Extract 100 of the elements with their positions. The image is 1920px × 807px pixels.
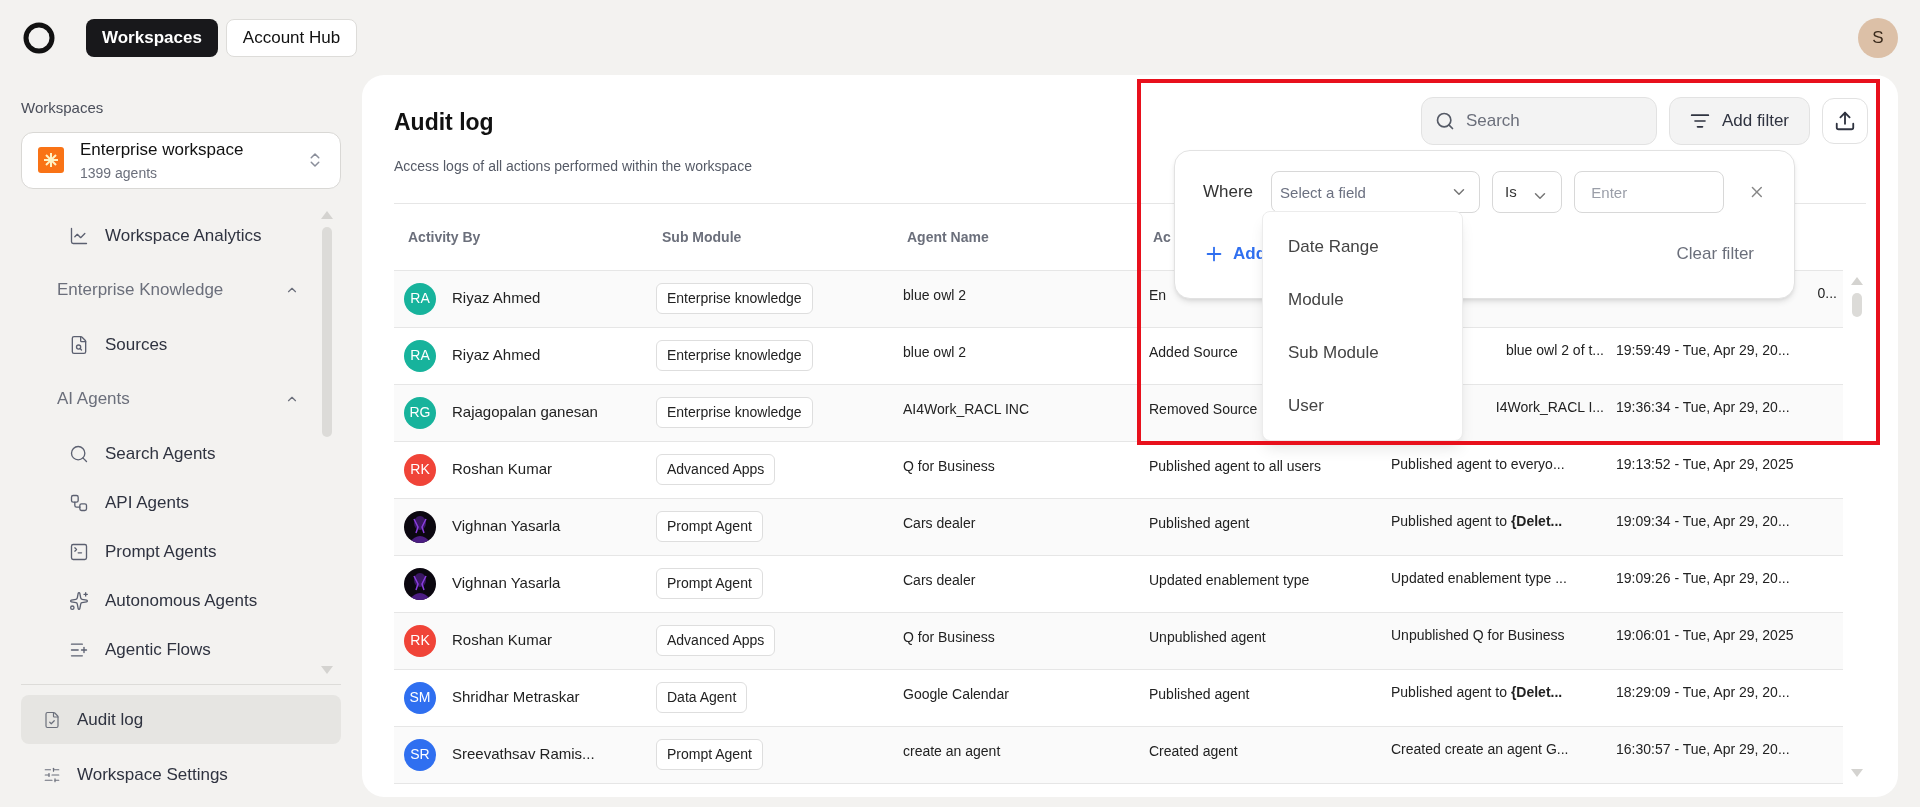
- table-cell-text: Vighnan Yasarla: [452, 573, 561, 594]
- table-cell-text: 19:06:01 - Tue, Apr 29, 2025: [1616, 625, 1794, 645]
- menu-option[interactable]: Date Range: [1263, 220, 1462, 273]
- table-cell: Cars dealer: [903, 514, 976, 531]
- sidebar-item[interactable]: Audit log: [21, 695, 341, 744]
- item-icon: [69, 590, 89, 611]
- user-avatar: RK: [404, 453, 436, 486]
- user-avatar[interactable]: S: [1858, 17, 1898, 58]
- sidebar-item[interactable]: Prompt Agents: [21, 527, 321, 576]
- table-cell-text: Roshan Kumar: [452, 459, 553, 480]
- user-avatar: SR: [404, 738, 436, 771]
- value-field[interactable]: Enter: [1574, 171, 1725, 213]
- column-header: Activity By: [408, 228, 481, 245]
- field-select[interactable]: Select a field: [1271, 171, 1481, 213]
- table-cell-text: 19:36:34 - Tue, Apr 29, 20...: [1616, 397, 1790, 417]
- section-header[interactable]: Enterprise Knowledge: [21, 260, 321, 320]
- table-cell-text: Rajagopalan ganesan: [452, 402, 598, 423]
- page-title: Audit log: [394, 108, 495, 137]
- table-cell-text: 16:30:57 - Tue, Apr 29, 20...: [1616, 739, 1790, 759]
- column-header: Ac: [1153, 228, 1171, 245]
- table-cell-text: 18:29:09 - Tue, Apr 29, 20...: [1616, 682, 1790, 702]
- add-filter-button[interactable]: Add filter: [1668, 97, 1810, 145]
- table-cell-text: Published agent to everyo...: [1391, 454, 1565, 474]
- user-avatar: RG: [404, 396, 436, 429]
- sidebar-item[interactable]: Agentic Flows: [21, 625, 321, 674]
- table-cell: blue owl 2: [903, 343, 967, 360]
- export-button[interactable]: [1822, 98, 1868, 144]
- search-field[interactable]: Search: [1420, 97, 1657, 145]
- sidebar-item[interactable]: Workspace Analytics: [21, 211, 321, 260]
- menu-option[interactable]: Sub Module: [1263, 326, 1462, 379]
- scroll-down-icon: [321, 666, 333, 674]
- table-cell: Google Calendar: [903, 685, 1009, 702]
- sub-module-tag: Enterprise knowledge: [656, 340, 813, 371]
- sidebar-item[interactable]: Search Agents: [21, 429, 321, 478]
- item-icon: [69, 541, 89, 562]
- table-cell-text: Created create an agent G...: [1391, 739, 1569, 759]
- user-avatar: RA: [404, 339, 436, 372]
- scrollbar-thumb[interactable]: [1852, 292, 1862, 317]
- menu-option[interactable]: User: [1263, 379, 1462, 432]
- table-cell: Updated enablement type: [1149, 571, 1310, 588]
- sub-module-tag: Advanced Apps: [656, 454, 776, 485]
- table-cell-text: Vighnan Yasarla: [452, 516, 561, 537]
- where-label: Where: [1203, 181, 1254, 204]
- nav-tab[interactable]: Workspaces: [86, 18, 218, 57]
- upload-icon: [1834, 110, 1856, 132]
- item-icon: [43, 710, 61, 729]
- table-cell-text: Sreevathsav Ramis...: [452, 744, 595, 765]
- sidebar-heading: Workspaces: [21, 98, 105, 118]
- table-cell: Q for Business: [903, 628, 995, 645]
- table-cell-text: blue owl 2 of t...: [1505, 340, 1604, 360]
- workspace-name: Enterprise workspace: [80, 139, 245, 161]
- table-cell-text: Unpublished Q for Business: [1391, 625, 1565, 645]
- table-cell: Cars dealer: [903, 571, 976, 588]
- table-cell-text: Riyaz Ahmed: [452, 345, 541, 366]
- table-cell: create an agent: [903, 742, 1001, 759]
- filter-icon: [1689, 111, 1710, 131]
- item-icon: [69, 443, 89, 464]
- table-cell: AI4Work_RACL INC: [903, 400, 1030, 417]
- sidebar-item[interactable]: Sources: [21, 320, 321, 369]
- table-cell: Q for Business: [903, 457, 995, 474]
- sidebar-item[interactable]: API Agents: [21, 478, 321, 527]
- table-cell-text: 19:09:26 - Tue, Apr 29, 20...: [1616, 568, 1790, 588]
- table-cell: blue owl 2: [903, 286, 967, 303]
- table-cell-text: Updated enablement type ...: [1391, 568, 1567, 588]
- table-cell: Published agent: [1149, 514, 1250, 531]
- sub-module-tag: Prompt Agent: [656, 568, 763, 599]
- sub-module-tag: Advanced Apps: [656, 625, 776, 656]
- sidebar-item[interactable]: Workspace Settings: [21, 750, 341, 799]
- table-cell-text: 19:13:52 - Tue, Apr 29, 2025: [1616, 454, 1794, 474]
- workspace-selector[interactable]: Enterprise workspace 1399 agents: [21, 131, 341, 189]
- user-avatar: RA: [404, 282, 436, 315]
- workspace-count: 1399 agents: [80, 163, 159, 183]
- table-cell: Added Source: [1149, 343, 1238, 360]
- column-header: Sub Module: [662, 228, 742, 245]
- column-header: Agent Name: [907, 228, 989, 245]
- table-cell: Created agent: [1149, 742, 1238, 759]
- operator-select[interactable]: Is: [1492, 171, 1563, 213]
- item-icon: [69, 334, 89, 355]
- sub-module-tag: Enterprise knowledge: [656, 283, 813, 314]
- scroll-down-icon: [1851, 768, 1863, 777]
- table-cell: Published agent: [1149, 685, 1250, 702]
- menu-option[interactable]: Module: [1263, 273, 1462, 326]
- sub-module-tag: Prompt Agent: [656, 511, 763, 542]
- table-cell-text: 19:09:34 - Tue, Apr 29, 20...: [1616, 511, 1790, 531]
- nav-tab[interactable]: Account Hub: [225, 18, 358, 57]
- table-cell-text: Published agent to {Delet...: [1391, 511, 1563, 531]
- table-cell-text: 0...: [1817, 283, 1837, 303]
- table-cell-text: I4Work_RACL I...: [1495, 397, 1604, 417]
- search-icon: [1434, 111, 1455, 131]
- sidebar-item[interactable]: Autonomous Agents: [21, 576, 321, 625]
- clear-filter-button[interactable]: Clear filter: [1676, 241, 1754, 267]
- workspace-icon: [38, 147, 64, 174]
- table-cell: En: [1149, 286, 1167, 303]
- section-header[interactable]: AI Agents: [21, 369, 321, 429]
- table-cell: Unpublished agent: [1149, 628, 1266, 645]
- sub-module-tag: Data Agent: [656, 682, 748, 713]
- sub-module-tag: Enterprise knowledge: [656, 397, 813, 428]
- item-icon: [69, 225, 89, 246]
- scrollbar-thumb[interactable]: [322, 227, 332, 437]
- page-subtitle: Access logs of all actions performed within the workspace: [394, 156, 753, 176]
